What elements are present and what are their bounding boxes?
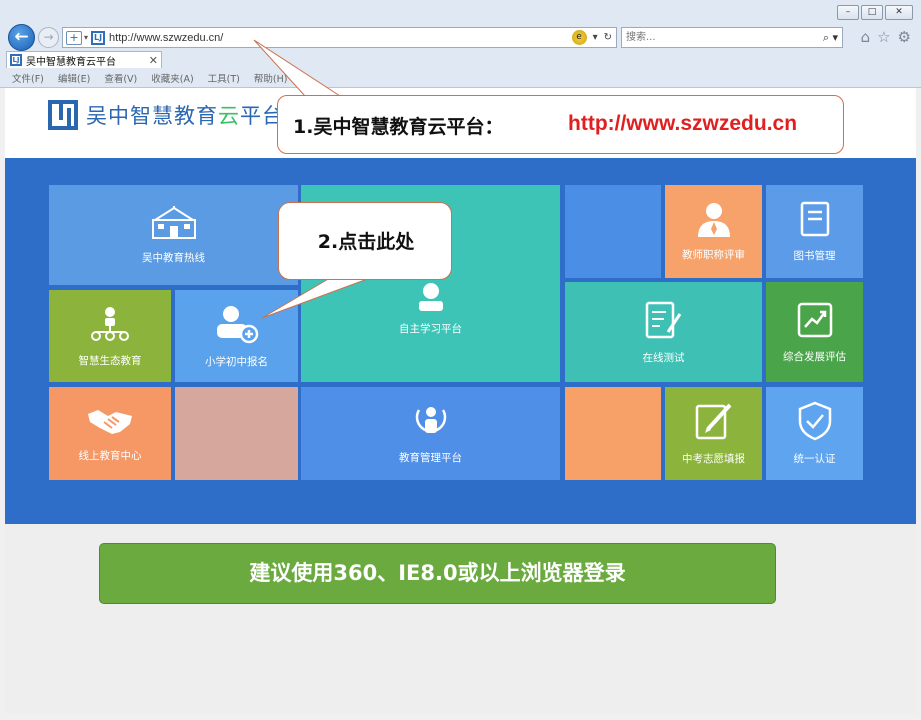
search-input[interactable] xyxy=(622,28,823,47)
add-icon[interactable]: + xyxy=(66,30,82,45)
callout-step-1: 1.吴中智慧教育云平台： http://www.szwzedu.cn xyxy=(277,95,844,154)
network-people-icon xyxy=(91,306,129,341)
handshake-icon xyxy=(88,410,132,434)
manager-icon xyxy=(415,407,446,433)
edit-form-icon xyxy=(695,403,731,440)
minimize-button[interactable]: – xyxy=(837,5,859,20)
close-icon[interactable]: ✕ xyxy=(149,54,158,67)
tile-label: 智慧生态教育 xyxy=(78,354,142,367)
maximize-button[interactable]: □ xyxy=(861,5,883,20)
site-logo[interactable]: 吴中智慧教育云平台 xyxy=(48,100,284,130)
gear-icon[interactable]: ⚙ xyxy=(898,28,911,46)
search-box[interactable]: ⌕ ▾ xyxy=(621,27,843,48)
school-building-icon xyxy=(151,205,196,239)
tile-education-hotline[interactable]: 吴中教育热线 xyxy=(49,185,298,285)
add-user-icon xyxy=(216,305,258,343)
tile-label: 教育管理平台 xyxy=(399,452,462,464)
tile-label: 综合发展评估 xyxy=(783,350,846,363)
tile-smart-ecology[interactable]: 智慧生态教育 xyxy=(49,290,171,382)
shield-check-icon xyxy=(798,401,831,441)
tile-blank-orange[interactable] xyxy=(565,387,661,480)
refresh-icon[interactable]: ↻ xyxy=(604,32,612,43)
menu-tools[interactable]: 工具(T) xyxy=(208,71,240,85)
search-icon[interactable]: ⌕ ▾ xyxy=(823,31,842,45)
tile-blank-pink[interactable] xyxy=(175,387,298,480)
tile-label: 线上教育中心 xyxy=(78,450,142,462)
close-window-button[interactable]: ✕ xyxy=(885,5,913,20)
exam-paper-icon xyxy=(645,301,681,338)
window-controls: – □ ✕ xyxy=(837,5,913,20)
browser-tab[interactable]: LJ 吴中智慧教育云平台 ✕ xyxy=(6,51,162,68)
study-icon xyxy=(418,283,443,311)
star-icon[interactable]: ☆ xyxy=(877,28,890,46)
teacher-icon xyxy=(697,203,730,237)
menu-help[interactable]: 帮助(H) xyxy=(254,71,288,85)
tile-education-management[interactable]: 教育管理平台 xyxy=(301,387,560,480)
menu-bar: 文件(F) 编辑(E) 查看(V) 收藏夹(A) 工具(T) 帮助(H) xyxy=(0,68,921,87)
callout-step-2: 2.点击此处 xyxy=(278,202,452,280)
tile-label: 自主学习平台 xyxy=(399,323,462,335)
tile-online-education-center[interactable]: 线上教育中心 xyxy=(49,387,171,480)
book-icon xyxy=(800,201,829,237)
tile-teacher-title-review[interactable]: 教师职称评审 xyxy=(665,185,762,278)
menu-view[interactable]: 查看(V) xyxy=(104,71,137,85)
browser-chrome: – □ ✕ ← → + ▾ LJ http://www.szwzedu.cn/ … xyxy=(0,0,921,88)
tile-label: 在线测试 xyxy=(642,351,685,364)
menu-edit[interactable]: 编辑(E) xyxy=(58,71,90,85)
logo-mark-icon xyxy=(48,100,78,130)
menu-file[interactable]: 文件(F) xyxy=(12,71,44,85)
tile-label: 小学初中报名 xyxy=(205,355,268,368)
chevron-down-icon[interactable]: ▾ xyxy=(84,33,88,42)
tile-school-enrollment[interactable]: 小学初中报名 xyxy=(175,290,298,382)
tile-online-test[interactable]: 在线测试 xyxy=(565,282,762,382)
tile-library[interactable]: 图书管理 xyxy=(766,185,863,278)
site-favicon-icon: LJ xyxy=(10,54,22,66)
toolbar-icons: ⌂ ☆ ⚙ xyxy=(861,28,911,46)
forward-button[interactable]: → xyxy=(38,27,59,48)
logo-text: 吴中智慧教育云平台 xyxy=(86,104,284,128)
callout-step-1-url: http://www.szwzedu.cn xyxy=(568,112,798,135)
home-icon[interactable]: ⌂ xyxy=(861,28,871,46)
tile-label: 中考志愿填报 xyxy=(682,453,745,465)
tab-title: 吴中智慧教育云平台 xyxy=(26,56,116,68)
url-text[interactable]: http://www.szwzedu.cn/ xyxy=(109,32,572,44)
tile-unified-authentication[interactable]: 统一认证 xyxy=(766,387,863,480)
tile-label: 吴中教育热线 xyxy=(142,251,205,264)
tile-blank-blue[interactable] xyxy=(565,185,661,278)
callout-step-2-text: 2.点击此处 xyxy=(317,231,415,253)
trend-chart-icon xyxy=(797,302,832,337)
compatibility-icon[interactable]: e xyxy=(571,30,587,45)
address-bar[interactable]: + ▾ LJ http://www.szwzedu.cn/ e ▾ ↻ xyxy=(62,27,617,48)
chevron-down-icon[interactable]: ▾ xyxy=(593,32,598,43)
callout-step-1-text: 1.吴中智慧教育云平台： xyxy=(293,116,504,138)
menu-favorites[interactable]: 收藏夹(A) xyxy=(151,71,193,85)
tile-label: 教师职称评审 xyxy=(682,249,745,261)
back-button[interactable]: ← xyxy=(8,24,35,51)
site-favicon-icon: LJ xyxy=(91,30,106,45)
tile-development-evaluation[interactable]: 综合发展评估 xyxy=(766,282,863,382)
tile-zhongkao-application[interactable]: 中考志愿填报 xyxy=(665,387,762,480)
tile-label: 图书管理 xyxy=(793,250,836,262)
tile-label: 统一认证 xyxy=(793,453,836,465)
browser-recommendation-notice: 建议使用360、IE8.0或以上浏览器登录 xyxy=(99,543,776,604)
